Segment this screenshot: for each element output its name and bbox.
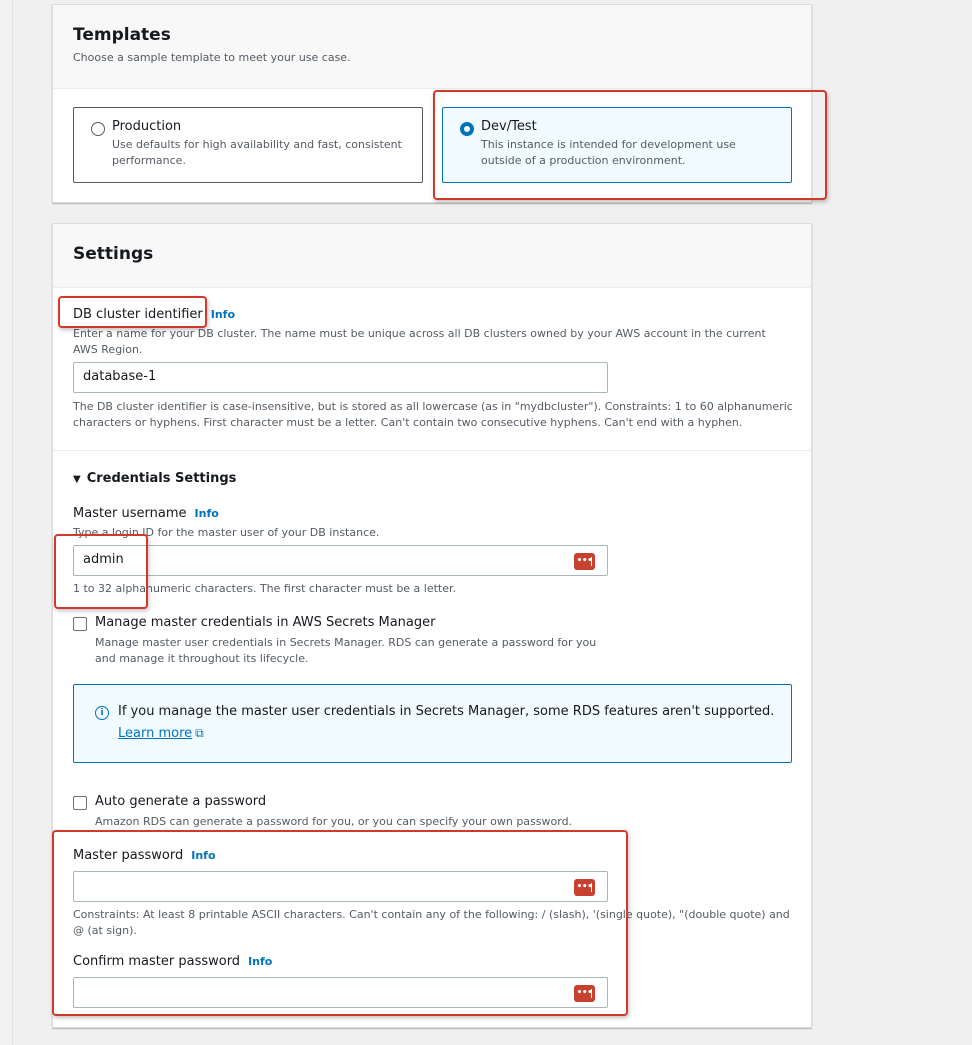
devtest-radio[interactable] [460,122,474,136]
learn-more-label: Learn more [118,726,193,741]
credentials-settings-toggle[interactable]: ▼ Credentials Settings [73,471,236,486]
templates-description: Choose a sample template to meet your us… [73,51,351,64]
devtest-description: This instance is intended for developmen… [481,138,736,167]
confirm-password-info-link[interactable]: Info [248,955,272,968]
manage-secrets-checkbox[interactable] [73,617,87,631]
master-username-value: admin [83,552,124,567]
db-cluster-identifier-description: Enter a name for your DB cluster. The na… [73,327,766,356]
password-manager-icon[interactable]: ••• [574,985,595,1002]
master-password-label-row: Master password Info [73,848,216,863]
confirm-password-label: Confirm master password [73,954,241,969]
template-option-production[interactable]: Production Use defaults for high availab… [73,107,423,183]
master-password-label: Master password [73,848,184,863]
master-password-constraint: Constraints: At least 8 printable ASCII … [73,908,790,937]
confirm-password-input[interactable]: ••• [73,977,608,1008]
info-circle-icon: i [95,706,109,720]
master-username-info-link[interactable]: Info [195,507,219,520]
production-description: Use defaults for high availability and f… [112,138,402,167]
templates-header: Templates Choose a sample template to me… [53,5,811,89]
secrets-manager-info-alert: i If you manage the master user credenti… [73,684,792,763]
auto-generate-password-label[interactable]: Auto generate a password [95,794,266,809]
db-cluster-identifier-label-row: DB cluster identifier Info [73,307,235,322]
master-username-description: Type a login ID for the master user of y… [73,526,380,539]
master-username-label-row: Master username Info [73,506,219,521]
manage-secrets-label[interactable]: Manage master credentials in AWS Secrets… [95,615,435,630]
password-manager-icon[interactable]: ••• [574,553,595,570]
auto-generate-password-checkbox[interactable] [73,796,87,810]
db-cluster-identifier-value: database-1 [83,369,157,384]
settings-panel: Settings DB cluster identifier Info Enter… [52,223,812,1028]
settings-title: Settings [73,244,154,264]
confirm-password-label-row: Confirm master password Info [73,954,272,969]
db-cluster-identifier-info-link[interactable]: Info [211,308,235,321]
master-password-input[interactable]: ••• [73,871,608,902]
master-password-info-link[interactable]: Info [191,849,215,862]
production-radio[interactable] [91,122,105,136]
learn-more-link[interactable]: Learn more ⧉ [118,726,204,741]
template-option-devtest[interactable]: Dev/Test This instance is intended for d… [442,107,792,183]
left-sidebar-edge [0,0,13,1045]
production-label: Production [112,119,182,134]
external-link-icon: ⧉ [195,726,204,740]
password-manager-icon[interactable]: ••• [574,879,595,896]
db-cluster-identifier-constraint: The DB cluster identifier is case-insens… [73,400,793,429]
alert-text: If you manage the master user credential… [118,704,775,719]
db-cluster-identifier-label: DB cluster identifier [73,307,203,322]
section-divider [53,450,811,451]
templates-panel: Templates Choose a sample template to me… [52,4,812,203]
credentials-settings-title: Credentials Settings [86,471,237,486]
caret-down-icon: ▼ [73,474,81,485]
settings-header: Settings [53,224,811,288]
master-username-constraint: 1 to 32 alphanumeric characters. The fir… [73,582,457,595]
manage-secrets-description: Manage master user credentials in Secret… [95,636,597,665]
master-username-label: Master username [73,506,187,521]
db-cluster-identifier-input[interactable]: database-1 [73,362,608,393]
templates-title: Templates [73,25,171,45]
master-username-input[interactable]: admin ••• [73,545,608,576]
devtest-label: Dev/Test [481,119,537,134]
auto-generate-password-description: Amazon RDS can generate a password for y… [95,815,573,828]
